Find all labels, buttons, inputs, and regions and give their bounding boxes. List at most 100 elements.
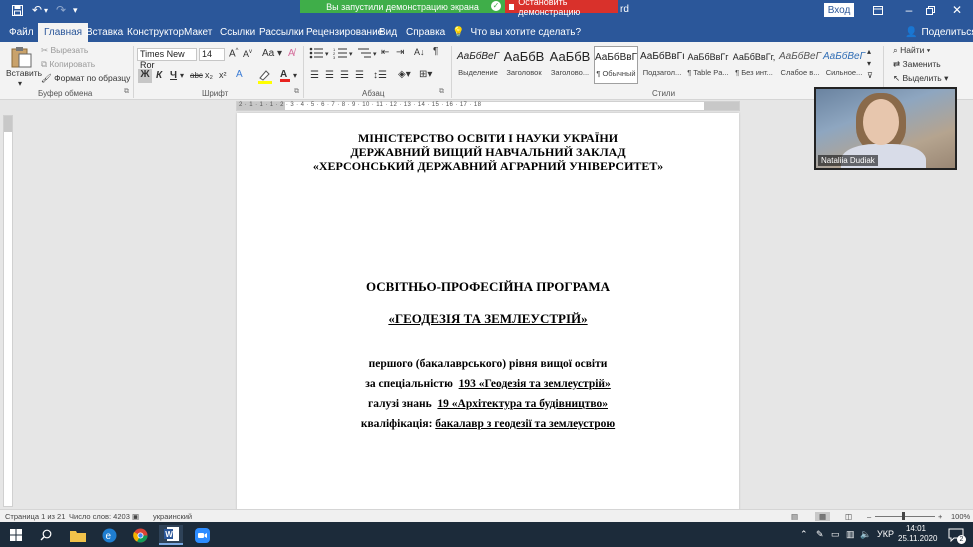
clock[interactable]: 14:01 25.11.2020 — [898, 524, 937, 544]
bullets-icon[interactable]: ▾ — [309, 47, 331, 62]
sort-icon[interactable]: A↓ — [414, 47, 425, 57]
strikethrough-button[interactable]: abc — [190, 71, 203, 80]
decrease-indent-icon[interactable]: ⇤ — [381, 47, 389, 58]
styles-scroll-icon[interactable]: ▴ ▾ ⊽ — [867, 46, 873, 82]
notifications-icon[interactable]: 2 — [944, 525, 968, 545]
tab-file[interactable]: Файл — [9, 23, 34, 42]
edge-icon[interactable]: e — [97, 525, 121, 545]
clear-formatting-icon[interactable]: A̸ — [288, 48, 295, 59]
justify-icon[interactable]: ☰ — [355, 70, 364, 81]
select-button[interactable]: ↖ Выделить ▾ — [893, 73, 948, 84]
cut-button[interactable]: ✂ Вырезать — [41, 45, 88, 56]
font-color-dropdown-icon[interactable]: ▾ — [293, 71, 297, 80]
style-subtle-emphasis[interactable]: АаБбВеГ Слабое в... — [778, 46, 822, 84]
style-heading[interactable]: АаБбВ Заголовок — [502, 46, 546, 84]
subscript-button[interactable]: x₂ — [205, 70, 213, 80]
save-icon[interactable] — [12, 2, 23, 18]
language-indicator[interactable]: украинский — [153, 512, 192, 521]
paragraph-launcher-icon[interactable]: ⧉ — [439, 88, 444, 96]
print-layout-icon[interactable]: ▦ — [815, 512, 831, 521]
tab-insert[interactable]: Вставка — [86, 23, 123, 42]
zoom-icon[interactable] — [190, 525, 214, 545]
undo-icon[interactable]: ↶ — [32, 2, 42, 18]
web-layout-icon[interactable]: ◫ — [845, 512, 852, 521]
proofing-icon[interactable]: ▣ — [132, 512, 139, 521]
zoom-out-icon[interactable]: – — [867, 512, 871, 521]
word-icon[interactable]: W — [159, 525, 183, 545]
align-right-icon[interactable]: ☰ — [340, 70, 349, 81]
increase-indent-icon[interactable]: ⇥ — [396, 47, 404, 58]
show-formatting-marks-button[interactable]: ¶ — [433, 46, 438, 57]
replace-button[interactable]: ⇄ Заменить — [893, 59, 941, 70]
volume-icon[interactable]: 🔈 — [860, 529, 871, 540]
tab-design[interactable]: Конструктор — [127, 23, 184, 42]
clipboard-launcher-icon[interactable]: ⧉ — [124, 88, 129, 96]
ribbon-display-icon[interactable] — [862, 0, 894, 20]
chrome-icon[interactable] — [128, 525, 152, 545]
shading-icon[interactable]: ◈▾ — [398, 69, 411, 80]
zoom-level[interactable]: 100% — [951, 512, 970, 521]
vertical-ruler[interactable] — [3, 115, 13, 507]
grow-font-icon[interactable]: A^ — [229, 48, 239, 59]
style-intense-emphasis[interactable]: АаБбВеГ Сильное... — [822, 46, 866, 84]
share-button[interactable]: 👤 Поделиться — [905, 23, 973, 42]
font-name-input[interactable]: Times New Ror — [137, 48, 197, 70]
battery-icon[interactable]: ▭ — [831, 529, 840, 540]
pen-icon[interactable]: ✎ — [816, 529, 824, 540]
change-case-icon[interactable]: Aa ▾ — [262, 48, 282, 59]
windows-start-icon[interactable] — [4, 525, 28, 545]
tell-me-box[interactable]: 💡 Что вы хотите сделать? — [452, 23, 581, 42]
webcam-video[interactable]: Nataliia Dudiak — [814, 87, 957, 170]
tray-overflow-icon[interactable]: ⌃ — [800, 529, 808, 540]
redo-icon[interactable]: ↷ — [56, 2, 66, 18]
search-icon[interactable] — [34, 525, 58, 545]
customize-qat-icon[interactable]: ▾ — [73, 2, 78, 18]
style-heading-2[interactable]: АаБбВ Заголово... — [548, 46, 592, 84]
style-subtitle[interactable]: АаБбВвГı Подзагол... — [640, 46, 684, 84]
network-icon[interactable]: ▥ — [846, 529, 855, 540]
horizontal-ruler[interactable]: 2 · 1 · 1 · 1 · 2 · 3 · 4 · 5 · 6 · 7 · … — [236, 101, 740, 111]
zoom-slider-thumb[interactable] — [902, 512, 905, 520]
tab-layout[interactable]: Макет — [184, 23, 212, 42]
superscript-button[interactable]: x² — [219, 70, 227, 80]
tab-view[interactable]: Вид — [379, 23, 397, 42]
stop-sharing-button[interactable]: Остановить демонстрацию — [505, 0, 618, 17]
find-button[interactable]: ⌕ Найти ▾ — [893, 45, 930, 56]
paste-dropdown-icon[interactable]: ▾ — [18, 79, 22, 88]
numbering-icon[interactable]: 1 2 3 ▾ — [333, 47, 355, 62]
font-color-icon[interactable]: A — [280, 69, 290, 82]
style-normal[interactable]: АаБбВвГ ¶ Обычный — [594, 46, 638, 84]
underline-button[interactable]: Ч — [170, 70, 177, 81]
underline-dropdown-icon[interactable]: ▾ — [180, 71, 184, 80]
file-explorer-icon[interactable] — [66, 525, 90, 545]
highlight-icon[interactable] — [257, 68, 273, 87]
shrink-font-icon[interactable]: Av — [243, 49, 252, 59]
align-left-icon[interactable]: ☰ — [310, 70, 319, 81]
tab-review[interactable]: Рецензирование — [306, 23, 383, 42]
style-no-spacing[interactable]: АаБбВвГг, ¶ Без инт... — [732, 46, 776, 84]
italic-button[interactable]: К — [156, 70, 162, 81]
undo-dropdown-icon[interactable]: ▾ — [44, 2, 48, 18]
tab-help[interactable]: Справка — [406, 23, 445, 42]
document-page[interactable]: МІНІСТЕРСТВО ОСВІТИ І НАУКИ УКРАЇНИ ДЕРЖ… — [237, 113, 739, 513]
close-icon[interactable]: ✕ — [941, 0, 973, 20]
language-indicator-taskbar[interactable]: УКР — [877, 529, 894, 539]
style-emphasis[interactable]: АаБбВеГ Выделение — [456, 46, 500, 84]
multilevel-list-icon[interactable]: ▾ — [357, 47, 379, 62]
zoom-slider[interactable] — [875, 516, 935, 517]
tab-references[interactable]: Ссылки — [220, 23, 255, 42]
tab-mailings[interactable]: Рассылки — [259, 23, 304, 42]
paste-button[interactable]: Вставить — [6, 68, 42, 78]
login-button[interactable]: Вход — [824, 3, 854, 17]
font-size-input[interactable]: 14 — [199, 48, 225, 61]
text-effects-icon[interactable]: A — [236, 69, 243, 80]
word-count[interactable]: Число слов: 4203 — [69, 512, 130, 521]
bold-button[interactable]: Ж — [138, 69, 152, 83]
paste-icon[interactable] — [9, 46, 35, 68]
borders-icon[interactable]: ⊞▾ — [419, 69, 432, 80]
tab-home[interactable]: Главная — [38, 23, 89, 42]
read-mode-icon[interactable]: ▤ — [791, 512, 798, 521]
line-spacing-icon[interactable]: ↕☰ — [373, 70, 387, 81]
page-count[interactable]: Страница 1 из 21 — [5, 512, 65, 521]
format-painter-button[interactable]: 🖌 Формат по образцу — [41, 73, 130, 84]
